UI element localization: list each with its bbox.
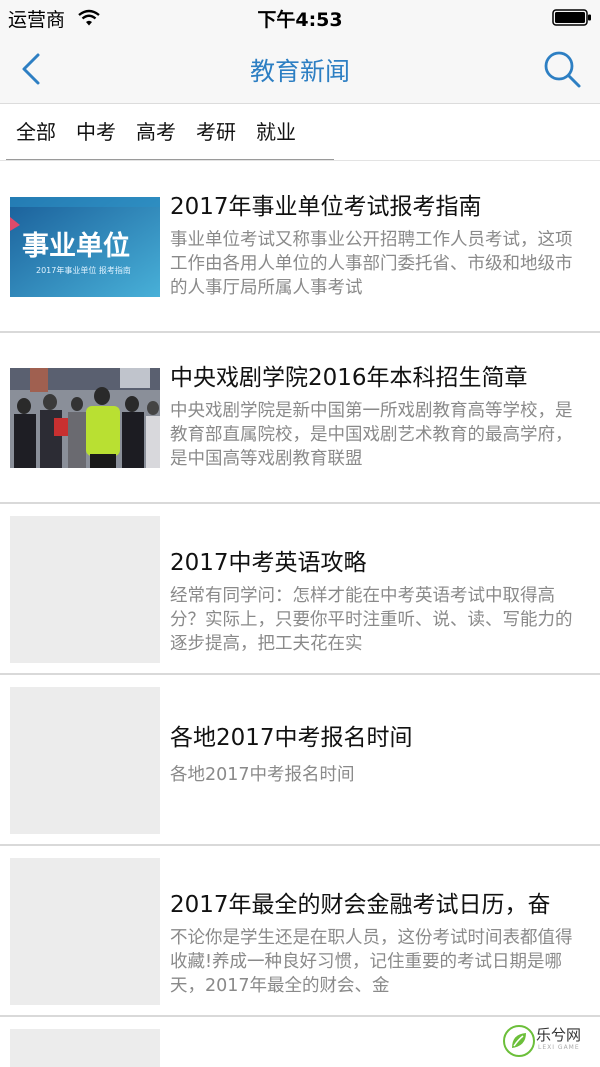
news-summary: 各地2017中考报名时间	[170, 765, 355, 785]
search-icon[interactable]	[542, 49, 582, 89]
tab-kaoyan[interactable]: 考研	[186, 104, 246, 160]
thumbnail-placeholder	[10, 516, 160, 663]
news-item[interactable]: 事业单位 2017年事业单位 报考指南 2017年事业单位考试报考指南 事业单位…	[0, 162, 600, 333]
category-tab-bar: 全部 中考 高考 考研 就业	[0, 104, 600, 162]
news-title: 2017年最全的财会金融考试日历，奋	[170, 892, 551, 918]
news-summary: 中央戏剧学院是新中国第一所戏剧教育高等学校，是教育部直属院校，是中国戏剧艺术教育…	[170, 401, 573, 469]
tab-gaokao[interactable]: 高考	[126, 104, 186, 160]
battery-icon	[552, 9, 591, 26]
leaf-logo-icon	[503, 1025, 535, 1057]
nav-bar: 教育新闻	[0, 34, 600, 104]
tab-jiuye[interactable]: 就业	[246, 104, 306, 160]
page-title: 教育新闻	[249, 57, 350, 86]
news-summary: 经常有同学问：怎样才能在中考英语考试中取得高分？实际上，只要你平时注重听、说、读…	[170, 586, 573, 654]
news-thumbnail	[10, 368, 160, 468]
exam-banner-image: 事业单位 2017年事业单位 报考指南	[10, 197, 160, 297]
thumbnail-placeholder	[10, 858, 160, 1005]
news-title: 2017年事业单位考试报考指南	[170, 194, 482, 220]
tab-all[interactable]: 全部	[6, 104, 66, 160]
banner-text: 事业单位	[22, 230, 130, 262]
news-item[interactable]: 2017年最全的财会金融考试日历，奋 不论你是学生还是在职人员，这份考试时间表都…	[0, 846, 600, 1017]
news-title: 2017中考英语攻略	[170, 550, 367, 576]
news-summary: 事业单位考试又称事业公开招聘工作人员考试，这项工作由各用人单位的人事部门委托省、…	[170, 230, 573, 298]
students-photo	[10, 368, 160, 468]
news-item[interactable]: 中央戏剧学院2016年本科招生简章 中央戏剧学院是新中国第一所戏剧教育高等学校，…	[0, 333, 600, 504]
tab-zhongkao[interactable]: 中考	[66, 104, 126, 160]
thumbnail-placeholder	[10, 687, 160, 834]
status-bar: 运营商 下午4:53	[0, 0, 600, 34]
thumbnail-placeholder	[10, 1029, 160, 1067]
news-title: 中央戏剧学院2016年本科招生简章	[170, 365, 528, 391]
news-item[interactable]: 各地2017中考报名时间 各地2017中考报名时间	[0, 675, 600, 846]
tab-divider	[0, 160, 600, 161]
news-list: 事业单位 2017年事业单位 报考指南 2017年事业单位考试报考指南 事业单位…	[0, 162, 600, 1067]
news-title: 各地2017中考报名时间	[170, 725, 413, 751]
watermark-text: 乐兮网	[536, 1026, 582, 1044]
status-time: 下午4:53	[257, 9, 343, 31]
tab-list: 全部 中考 高考 考研 就业	[6, 104, 334, 160]
news-item[interactable]: 2017中考英语攻略 经常有同学问：怎样才能在中考英语考试中取得高分？实际上，只…	[0, 504, 600, 675]
news-summary: 不论你是学生还是在职人员，这份考试时间表都值得收藏!养成一种良好习惯，记住重要的…	[170, 928, 573, 996]
watermark-logo: 乐兮网 LEXI GAME	[500, 1020, 596, 1064]
watermark-subtext: LEXI GAME	[538, 1044, 580, 1051]
banner-subtext: 2017年事业单位 报考指南	[36, 265, 131, 275]
news-thumbnail: 事业单位 2017年事业单位 报考指南	[10, 197, 160, 297]
